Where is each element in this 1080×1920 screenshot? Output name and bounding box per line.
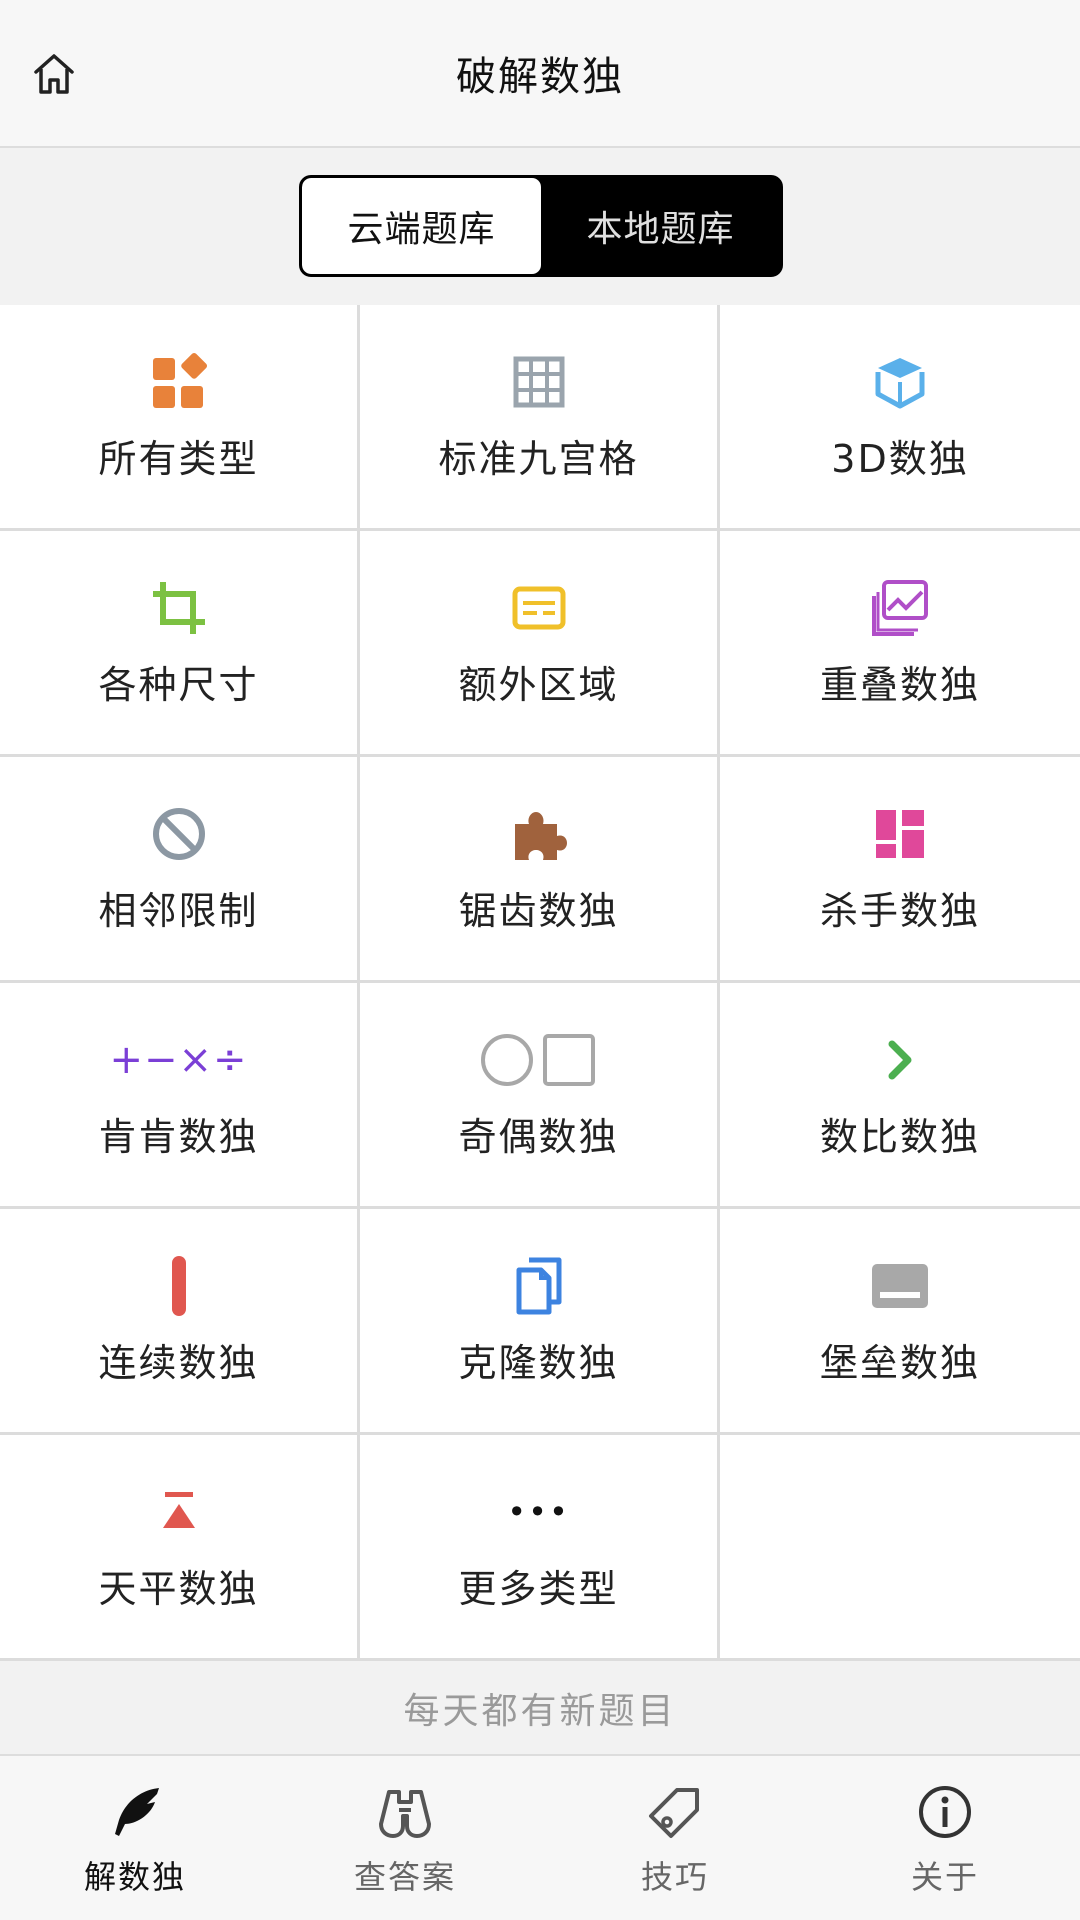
grid-item-label: 肯肯数独 <box>98 1115 259 1159</box>
grid-item-label: 锯齿数独 <box>458 889 619 933</box>
grid-item-balance[interactable]: 天平数独 <box>0 1435 360 1661</box>
home-button[interactable] <box>24 44 84 104</box>
tag-icon <box>649 1788 699 1838</box>
grid-item-label: 天平数独 <box>98 1567 259 1611</box>
grid-item-label: 3D数独 <box>831 437 969 481</box>
page-title: 破解数独 <box>456 54 624 100</box>
apps-icon <box>152 352 207 408</box>
tab-label: 解数独 <box>83 1858 186 1896</box>
grid-item-more[interactable]: ••• 更多类型 <box>360 1435 720 1661</box>
more-icon: ••• <box>507 1493 570 1531</box>
daily-note: 每天都有新题目 <box>0 1662 1080 1754</box>
tab-tips[interactable]: 技巧 <box>540 1756 810 1920</box>
grid-item-fortress[interactable]: 堡垒数独 <box>720 1209 1080 1435</box>
crop-icon <box>152 582 205 634</box>
tab-solve[interactable]: 解数独 <box>0 1756 270 1920</box>
grid-icon <box>513 356 564 408</box>
grid-item-killer[interactable]: 杀手数独 <box>720 757 1080 983</box>
copy-icon <box>516 1257 561 1315</box>
chevron-right-icon <box>888 1040 912 1080</box>
grid-empty-cell <box>720 1435 1080 1661</box>
grid-item-label: 标准九宫格 <box>438 437 639 481</box>
library-switch: 云端题库 本地题库 <box>299 175 783 277</box>
grid-item-label: 更多类型 <box>458 1567 619 1611</box>
tab-answers[interactable]: 查答案 <box>270 1756 540 1920</box>
grid-item-kenken[interactable]: +−×÷ 肯肯数独 <box>0 983 360 1209</box>
quill-icon <box>115 1788 159 1836</box>
circle-square-icon <box>480 1034 595 1086</box>
grid-item-label: 克隆数独 <box>458 1341 619 1385</box>
header-bar: 破解数独 <box>0 0 1080 148</box>
grid-item-standard[interactable]: 标准九宫格 <box>360 305 720 531</box>
tab-cloud-library[interactable]: 云端题库 <box>302 178 541 274</box>
binoculars-icon <box>379 1790 431 1838</box>
info-icon <box>919 1786 971 1838</box>
grid-item-sizes[interactable]: 各种尺寸 <box>0 531 360 757</box>
card-icon <box>512 586 565 630</box>
grid-item-label: 各种尺寸 <box>98 663 259 707</box>
grid-item-label: 重叠数独 <box>819 663 980 707</box>
cube-icon <box>875 358 925 409</box>
tab-label: 查答案 <box>353 1858 456 1896</box>
tab-about[interactable]: 关于 <box>810 1756 1080 1920</box>
grid-item-odd-even[interactable]: 奇偶数独 <box>360 983 720 1209</box>
grid-item-extra-regions[interactable]: 额外区域 <box>360 531 720 757</box>
ban-icon <box>152 808 205 860</box>
vertical-bar-icon <box>171 1256 186 1316</box>
type-grid: 所有类型 标准九宫格 3D数独 各种尺寸 额外区域 重叠数独 相邻限制 锯齿数独… <box>0 305 1080 1661</box>
tab-label: 技巧 <box>640 1858 709 1896</box>
grid-item-label: 杀手数独 <box>819 889 980 933</box>
grid-item-jigsaw[interactable]: 锯齿数独 <box>360 757 720 983</box>
tab-local-library[interactable]: 本地题库 <box>541 178 780 274</box>
arithmetic-icon: +−×÷ <box>109 1037 248 1083</box>
grid-item-label: 堡垒数独 <box>819 1341 980 1385</box>
bottom-tab-bar: 解数独 查答案 技巧 关于 <box>0 1754 1080 1920</box>
keyboard-icon <box>872 1264 928 1308</box>
grid-item-label: 连续数独 <box>98 1341 259 1385</box>
grid-item-label: 相邻限制 <box>98 889 259 933</box>
home-icon <box>34 54 74 94</box>
grid-item-label: 额外区域 <box>458 663 619 707</box>
grid-item-consecutive[interactable]: 连续数独 <box>0 1209 360 1435</box>
grid-item-3d[interactable]: 3D数独 <box>720 305 1080 531</box>
grid-item-ratio[interactable]: 数比数独 <box>720 983 1080 1209</box>
grid-item-overlap[interactable]: 重叠数独 <box>720 531 1080 757</box>
app-screen: 破解数独 云端题库 本地题库 所有类型 标准九宫格 3D数独 各种尺寸 额外区域… <box>0 0 1080 1920</box>
dashboard-icon <box>876 810 924 858</box>
grid-item-adjacent[interactable]: 相邻限制 <box>0 757 360 983</box>
grid-item-all-types[interactable]: 所有类型 <box>0 305 360 531</box>
puzzle-icon <box>514 812 567 860</box>
tab-label: 关于 <box>910 1858 979 1896</box>
grid-item-label: 奇偶数独 <box>458 1115 619 1159</box>
grid-item-label: 所有类型 <box>98 437 259 481</box>
grid-item-label: 数比数独 <box>819 1115 980 1159</box>
grid-item-clone[interactable]: 克隆数独 <box>360 1209 720 1435</box>
overlap-images-icon <box>872 580 928 636</box>
balance-icon <box>162 1492 195 1528</box>
